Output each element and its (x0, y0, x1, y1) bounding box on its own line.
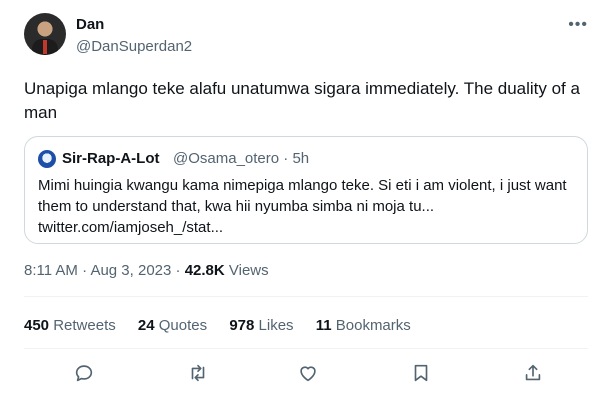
author-name[interactable]: Dan (76, 16, 104, 33)
likes-stat[interactable]: 978 Likes (229, 317, 293, 334)
bookmarks-stat[interactable]: 11 Bookmarks (316, 317, 411, 334)
retweets-stat[interactable]: 450 Retweets (24, 317, 116, 334)
bookmarks-count: 11 (315, 317, 332, 334)
author-handle[interactable]: @DanSuperdan2 (76, 38, 192, 55)
quotes-count: 24 (137, 317, 155, 334)
heart-icon[interactable] (297, 362, 321, 386)
share-icon[interactable] (522, 362, 546, 386)
bookmark-icon[interactable] (410, 362, 434, 386)
quote-age: 5h (292, 150, 310, 167)
likes-label: Likes (258, 317, 294, 334)
meta-separator: · (82, 262, 88, 279)
retweet-icon[interactable] (187, 362, 211, 386)
divider (24, 296, 588, 297)
reply-icon[interactable] (73, 362, 97, 386)
quotes-label: Quotes (158, 317, 208, 334)
quote-author-handle: @Osama_otero (173, 150, 280, 167)
avatar-tie (43, 40, 47, 54)
quote-author-name: Sir-Rap-A-Lot (62, 150, 160, 167)
author-avatar[interactable] (24, 13, 66, 55)
action-bar (0, 362, 610, 390)
retweets-count: 450 (24, 317, 50, 334)
likes-count: 978 (229, 317, 255, 334)
views-label: Views (228, 262, 269, 279)
meta-separator: · (175, 262, 181, 279)
tweet-date[interactable]: Aug 3, 2023 (90, 262, 171, 279)
engagement-stats: 450 Retweets 24 Quotes 978 Likes 11 Book… (24, 317, 429, 334)
tweet-meta: 8:11 AM · Aug 3, 2023 · 42.8K Views (24, 262, 269, 279)
more-dots-icon[interactable]: ••• (568, 16, 588, 34)
quote-separator: · (283, 150, 289, 167)
quoted-tweet[interactable]: Sir-Rap-A-Lot @Osama_otero · 5h Mimi hui… (24, 136, 588, 244)
views-count: 42.8K (184, 262, 225, 279)
tweet-time[interactable]: 8:11 AM (24, 262, 78, 279)
quote-avatar (38, 150, 56, 168)
quote-meta: @Osama_otero · 5h (173, 150, 309, 167)
quote-text: Mimi huingia kwangu kama nimepiga mlango… (38, 177, 567, 236)
quotes-stat[interactable]: 24 Quotes (138, 317, 207, 334)
bookmarks-label: Bookmarks (335, 317, 411, 334)
tweet-text: Unapiga mlango teke alafu unatumwa sigar… (24, 79, 580, 122)
divider (24, 348, 588, 349)
retweets-label: Retweets (53, 317, 116, 334)
